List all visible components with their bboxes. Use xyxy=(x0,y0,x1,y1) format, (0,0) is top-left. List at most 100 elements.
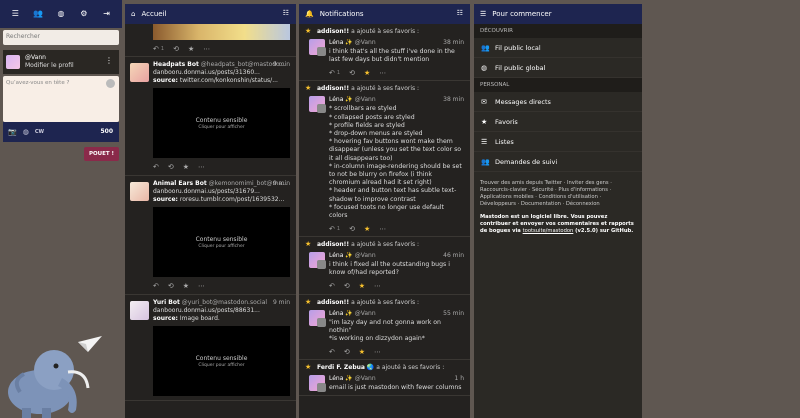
status-handle[interactable]: @Vann xyxy=(355,252,376,259)
notification-item[interactable]: ★ addison!! a ajouté à ses favoris : Léna… xyxy=(299,237,470,295)
reply-icon[interactable]: ↶ xyxy=(329,69,335,77)
column-settings-icon[interactable]: ☷ xyxy=(283,9,289,17)
status-display-name[interactable]: Yuri Bot xyxy=(153,299,180,306)
status-display-name[interactable]: Headpats Bot xyxy=(153,61,199,68)
edit-profile-link[interactable]: Modifier le profil xyxy=(25,62,74,70)
status-time[interactable]: 38 min xyxy=(443,39,464,46)
status-display-name[interactable]: Animal Ears Bot xyxy=(153,180,207,187)
notification-actor[interactable]: addison!! xyxy=(317,28,349,35)
avatar[interactable] xyxy=(130,301,149,320)
favourite-icon[interactable]: ★ xyxy=(359,348,365,356)
notification-actor[interactable]: addison!! xyxy=(317,241,349,248)
favourite-icon[interactable]: ★ xyxy=(359,282,365,290)
boost-icon[interactable]: ⟲ xyxy=(349,69,355,77)
sensitive-media[interactable]: Contenu sensible Cliquer pour afficher xyxy=(153,88,290,158)
notification-actor[interactable]: addison!! xyxy=(317,85,349,92)
nav-item-follow-requests[interactable]: 👥 Demandes de suivi xyxy=(474,152,642,172)
status-source[interactable]: twitter.com/konkonshin/status/... xyxy=(180,77,278,84)
boost-icon[interactable]: ⟲ xyxy=(168,163,174,171)
status-time[interactable]: 9 min xyxy=(273,180,290,187)
home-column-header[interactable]: ⌂ Accueil ☷ xyxy=(125,4,296,24)
status-link[interactable]: danbooru.donmai.us/posts/31360... xyxy=(153,69,290,77)
nav-item-direct-messages[interactable]: ✉ Messages directs xyxy=(474,92,642,112)
favourite-icon[interactable]: ★ xyxy=(364,69,370,77)
footer-links[interactable]: Trouver des amis depuis Twitter · Invite… xyxy=(480,180,636,208)
status-partial[interactable]: ↶ 1 ⟲ ★ ⋯ xyxy=(125,24,296,57)
people-icon[interactable]: 👥 xyxy=(31,7,45,21)
status-display-name[interactable]: Léna xyxy=(329,39,343,46)
boost-icon[interactable]: ⟲ xyxy=(349,225,355,233)
reply-icon[interactable]: ↶ xyxy=(329,282,335,290)
status-item[interactable]: Animal Ears Bot @kemonomimi_bot@ma... 9 … xyxy=(125,176,296,295)
reply-icon[interactable]: ↶ xyxy=(153,282,159,290)
favourite-icon[interactable]: ★ xyxy=(183,163,189,171)
notification-item[interactable]: ★ Ferdi F. Zebua 🌏 a ajouté à ses favoris… xyxy=(299,360,470,397)
logout-icon[interactable]: ⇥ xyxy=(100,7,114,21)
notification-item[interactable]: ★ addison!! a ajouté à ses favoris : Léna… xyxy=(299,81,470,238)
reply-icon[interactable]: ↶ xyxy=(329,225,335,233)
more-icon[interactable]: ⋯ xyxy=(374,282,381,290)
cw-toggle[interactable]: CW xyxy=(35,129,44,135)
status-time[interactable]: 55 min xyxy=(443,310,464,317)
status-handle[interactable]: @Vann xyxy=(355,375,376,382)
repo-link[interactable]: tootsuite/mastodon xyxy=(523,228,574,234)
nav-item-lists[interactable]: ☰ Listes xyxy=(474,132,642,152)
status-handle[interactable]: @Vann xyxy=(355,39,376,46)
favourite-icon[interactable]: ★ xyxy=(364,225,370,233)
status-display-name[interactable]: Léna xyxy=(329,310,343,317)
boost-icon[interactable]: ⟲ xyxy=(344,282,350,290)
status-link[interactable]: danbooru.donmai.us/posts/88631... xyxy=(153,307,290,315)
more-icon[interactable]: ⋯ xyxy=(379,225,386,233)
sensitive-media[interactable]: Contenu sensible Cliquer pour afficher xyxy=(153,326,290,396)
more-icon[interactable]: ⋯ xyxy=(198,163,205,171)
sensitive-media[interactable]: Contenu sensible Cliquer pour afficher xyxy=(153,207,290,277)
avatar[interactable] xyxy=(6,55,20,69)
boost-icon[interactable]: ⟲ xyxy=(173,45,179,53)
notifications-column-header[interactable]: 🔔 Notifications ☷ xyxy=(299,4,470,24)
globe-visibility-icon[interactable]: ◍ xyxy=(23,128,29,136)
search-input[interactable]: Rechercher xyxy=(3,30,119,45)
status-item[interactable]: Headpats Bot @headpats_bot@mastodo... 9 … xyxy=(125,57,296,176)
notification-actor[interactable]: Ferdi F. Zebua xyxy=(317,364,365,371)
nav-item-federated-timeline[interactable]: ◍ Fil public global xyxy=(474,58,642,78)
notification-item[interactable]: ★ addison!! a ajouté à ses favoris : Léna… xyxy=(299,24,470,82)
reply-icon[interactable]: ↶ xyxy=(153,45,159,53)
status-link[interactable]: danbooru.donmai.us/posts/31679... xyxy=(153,188,290,196)
notification-item[interactable]: ★ addison!! a ajouté à ses favoris : Léna… xyxy=(299,295,470,361)
status-handle[interactable]: @Vann xyxy=(355,96,376,103)
status-source[interactable]: Image board. xyxy=(180,315,220,322)
status-source[interactable]: roresu.tumblr.com/post/1639532... xyxy=(180,196,284,203)
more-icon[interactable]: ⋯ xyxy=(379,69,386,77)
favourite-icon[interactable]: ★ xyxy=(183,282,189,290)
nav-item-favourites[interactable]: ★ Favoris xyxy=(474,112,642,132)
reply-icon[interactable]: ↶ xyxy=(329,348,335,356)
camera-icon[interactable]: 📷 xyxy=(8,128,17,136)
avatar[interactable] xyxy=(130,182,149,201)
more-icon[interactable]: ⋮ xyxy=(105,56,113,65)
account-username[interactable]: @Vann xyxy=(25,54,74,62)
status-time[interactable]: 9 min xyxy=(273,61,290,68)
status-time[interactable]: 46 min xyxy=(443,252,464,259)
post-button[interactable]: POUET ! xyxy=(84,147,119,161)
globe-icon[interactable]: ◍ xyxy=(54,7,68,21)
compose-textarea[interactable]: Qu’avez-vous en tête ? xyxy=(3,76,119,122)
status-display-name[interactable]: Léna xyxy=(329,96,343,103)
status-time[interactable]: 38 min xyxy=(443,96,464,103)
reply-icon[interactable]: ↶ xyxy=(153,163,159,171)
boost-icon[interactable]: ⟲ xyxy=(168,282,174,290)
gear-icon[interactable]: ⚙ xyxy=(77,7,91,21)
more-icon[interactable]: ⋯ xyxy=(198,282,205,290)
status-item[interactable]: Yuri Bot @yuri_bot@mastodon.social 9 min… xyxy=(125,295,296,401)
favourite-icon[interactable]: ★ xyxy=(188,45,194,53)
more-icon[interactable]: ⋯ xyxy=(203,45,210,53)
boost-icon[interactable]: ⟲ xyxy=(344,348,350,356)
menu-icon[interactable]: ☰ xyxy=(8,7,22,21)
more-icon[interactable]: ⋯ xyxy=(374,348,381,356)
emoji-picker-icon[interactable] xyxy=(106,79,115,88)
status-time[interactable]: 9 min xyxy=(273,299,290,306)
status-handle[interactable]: @Vann xyxy=(355,310,376,317)
column-settings-icon[interactable]: ☷ xyxy=(457,9,463,17)
status-image-partial[interactable] xyxy=(153,24,290,40)
status-display-name[interactable]: Léna xyxy=(329,252,343,259)
avatar[interactable] xyxy=(130,63,149,82)
